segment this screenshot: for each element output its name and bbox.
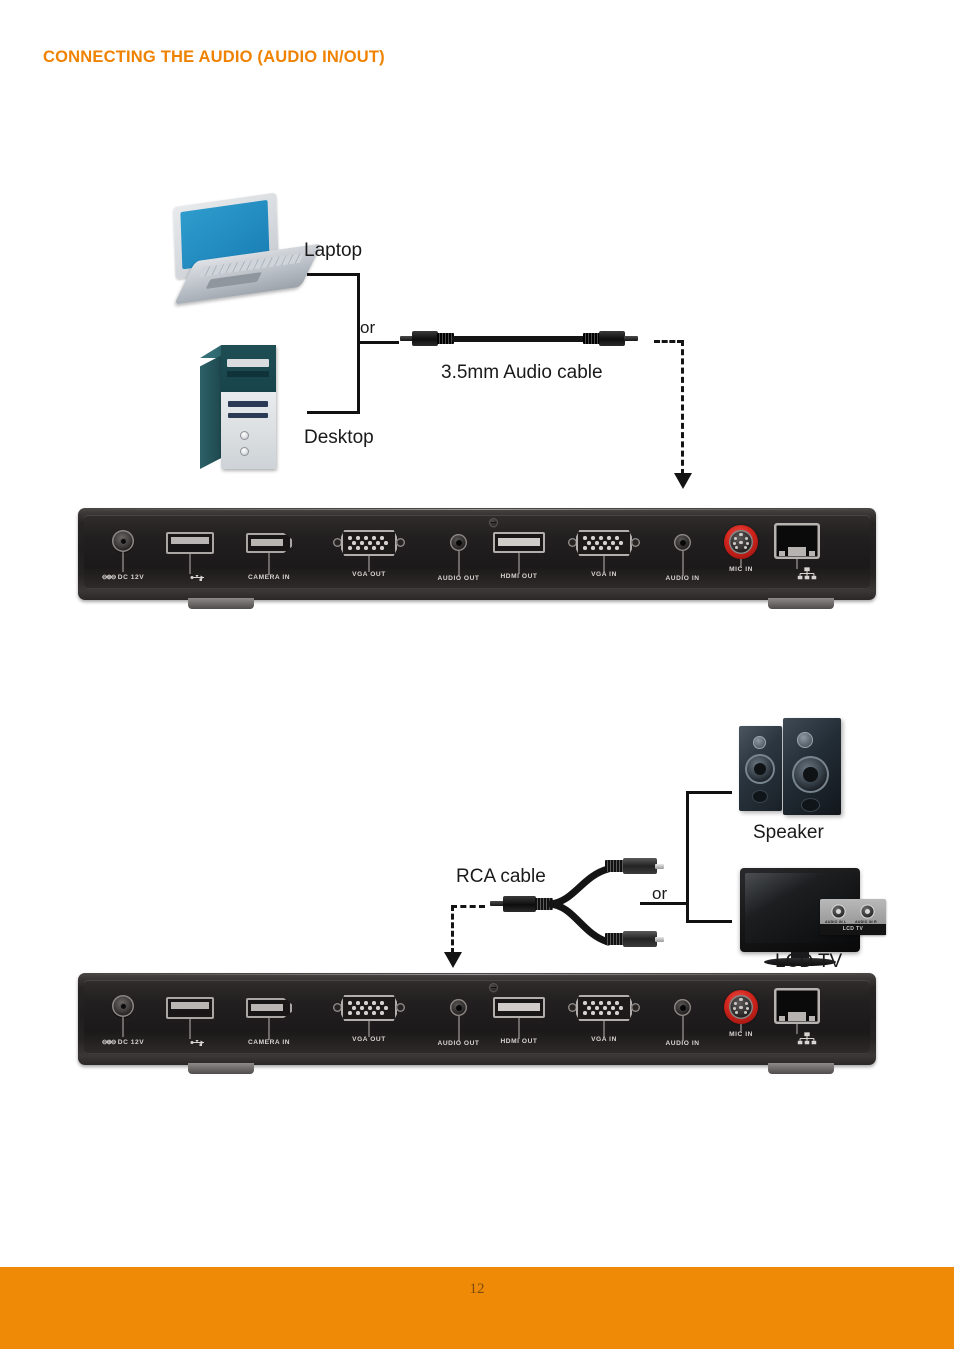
- usb-icon: [190, 575, 204, 581]
- bracket-laptop-line: [307, 273, 360, 276]
- port-label-vga-in: VGA IN: [591, 1036, 617, 1043]
- screw-icon: [489, 983, 498, 992]
- port-vga-out[interactable]: VGA OUT: [333, 530, 405, 578]
- rca-cable-illustration: [490, 848, 680, 958]
- arrow-elbow-horizontal: [654, 340, 683, 343]
- port-lan[interactable]: [774, 988, 820, 1045]
- bracket-speaker-line: [686, 791, 732, 794]
- port-vga-in[interactable]: VGA IN: [568, 530, 640, 578]
- lcd-tv-label: LCD TV: [775, 951, 843, 972]
- port-label-hdmi-out: HDMI OUT: [500, 573, 538, 580]
- lan-icon: [797, 567, 817, 580]
- port-audio-in[interactable]: AUDIO IN: [665, 999, 699, 1047]
- speaker-label: Speaker: [753, 822, 824, 843]
- port-usb[interactable]: [166, 997, 214, 1046]
- port-label-dc-in: DC 12V: [117, 1039, 145, 1046]
- device-rear-panel-bottom: ⊖⊕⊖ DC 12V CAMERA IN VGA OUT AUDIO OUT H…: [78, 973, 876, 1074]
- arrow-elbow-horizontal-bottom: [451, 905, 485, 908]
- port-mic-in[interactable]: MIC IN: [724, 990, 758, 1038]
- manual-page: CONNECTING THE AUDIO (AUDIO IN/OUT) Lapt…: [0, 0, 954, 1349]
- port-audio-out[interactable]: AUDIO OUT: [438, 999, 479, 1047]
- port-mic-in[interactable]: MIC IN: [724, 525, 758, 573]
- desktop-illustration: [200, 345, 276, 469]
- tv-brand-bar: LCD TV: [820, 924, 886, 935]
- screw-icon: [489, 518, 498, 527]
- audio-cable-illustration: [400, 325, 645, 357]
- rca-cable-label: RCA cable: [456, 866, 546, 887]
- laptop-label: Laptop: [304, 240, 363, 261]
- port-usb[interactable]: [166, 532, 214, 581]
- page-number: 12: [469, 1281, 485, 1297]
- port-audio-in[interactable]: AUDIO IN: [665, 534, 699, 582]
- port-label-audio-out: AUDIO OUT: [437, 1040, 480, 1047]
- bracket-stem: [357, 341, 399, 344]
- lan-icon: [797, 1032, 817, 1045]
- port-label-vga-out: VGA OUT: [352, 571, 386, 578]
- desktop-label: Desktop: [304, 427, 374, 448]
- port-label-dc-in: DC 12V: [117, 574, 145, 581]
- arrow-head-down-bottom: [444, 952, 462, 968]
- page-footer: 12: [0, 1267, 954, 1349]
- port-dc-in[interactable]: ⊖⊕⊖ DC 12V: [102, 995, 144, 1046]
- bracket-tv-line: [686, 920, 732, 923]
- port-label-vga-out: VGA OUT: [352, 1036, 386, 1043]
- port-audio-out[interactable]: AUDIO OUT: [438, 534, 479, 582]
- port-label-audio-in: AUDIO IN: [665, 1040, 700, 1047]
- port-label-camera-in: CAMERA IN: [247, 574, 291, 581]
- port-vga-out[interactable]: VGA OUT: [333, 995, 405, 1043]
- port-hdmi-out[interactable]: HDMI OUT: [493, 997, 545, 1045]
- port-label-audio-out: AUDIO OUT: [437, 575, 480, 582]
- port-camera-in[interactable]: CAMERA IN: [246, 533, 292, 581]
- arrow-shaft-vertical-bottom: [451, 905, 454, 954]
- port-dc-in[interactable]: ⊖⊕⊖ DC 12V: [102, 530, 144, 581]
- port-hdmi-out[interactable]: HDMI OUT: [493, 532, 545, 580]
- laptop-illustration: [168, 192, 322, 305]
- port-label-vga-in: VGA IN: [591, 571, 617, 578]
- arrow-shaft-vertical: [681, 340, 684, 475]
- port-label-audio-in: AUDIO IN: [665, 575, 700, 582]
- device-rear-panel-top: ⊖⊕⊖ DC 12V CAMERA IN VGA OUT AUDIO OUT H…: [78, 508, 876, 609]
- arrow-head-down: [674, 473, 692, 489]
- port-label-camera-in: CAMERA IN: [247, 1039, 291, 1046]
- usb-icon: [190, 1040, 204, 1046]
- or-label-top: or: [360, 318, 376, 337]
- port-label-mic-in: MIC IN: [729, 1031, 753, 1038]
- port-vga-in[interactable]: VGA IN: [568, 995, 640, 1043]
- speaker-illustration: [735, 718, 855, 818]
- audio-cable-label: 3.5mm Audio cable: [441, 362, 603, 383]
- bracket-desktop-line: [307, 411, 360, 414]
- page-title: CONNECTING THE AUDIO (AUDIO IN/OUT): [43, 48, 385, 66]
- port-label-mic-in: MIC IN: [729, 566, 753, 573]
- port-camera-in[interactable]: CAMERA IN: [246, 998, 292, 1046]
- tv-audio-input-panel: AUDIO IN L AUDIO IN R LCD TV: [820, 899, 886, 935]
- port-label-hdmi-out: HDMI OUT: [500, 1038, 538, 1045]
- port-lan[interactable]: [774, 523, 820, 580]
